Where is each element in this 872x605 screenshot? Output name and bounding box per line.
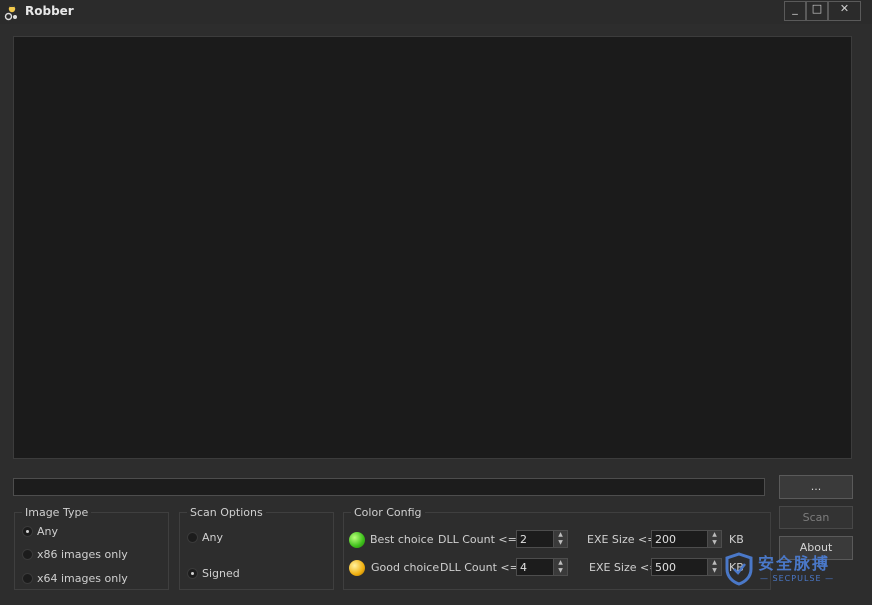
radio-label: x64 images only bbox=[37, 572, 128, 585]
up-arrow-icon[interactable]: ▲ bbox=[554, 531, 567, 539]
yellow-led-icon bbox=[349, 560, 365, 576]
good-choice-label: Good choice bbox=[371, 561, 440, 574]
exe-size-label: EXE Size <= bbox=[589, 561, 659, 574]
window-title: Robber bbox=[25, 4, 74, 18]
spinner-arrows[interactable]: ▲ ▼ bbox=[707, 531, 721, 547]
minimize-button[interactable]: _ bbox=[784, 1, 806, 21]
maximize-icon: □ bbox=[811, 2, 823, 15]
radio-scan-signed[interactable]: Signed bbox=[187, 567, 240, 580]
scan-button[interactable]: Scan bbox=[779, 506, 853, 529]
radio-label: Any bbox=[37, 525, 59, 538]
radio-image-x64[interactable]: x64 images only bbox=[22, 572, 128, 585]
radio-scan-any[interactable]: Any bbox=[187, 531, 223, 544]
image-type-title: Image Type bbox=[22, 506, 92, 519]
radio-label: Any bbox=[202, 531, 224, 544]
watermark-en-text: — SECPULSE — bbox=[760, 574, 835, 583]
radio-image-any[interactable]: Any bbox=[22, 525, 58, 538]
good-exe-size-spinner[interactable]: 500 ▲ ▼ bbox=[651, 558, 722, 576]
spinner-value: 200 bbox=[655, 533, 676, 546]
path-input[interactable] bbox=[13, 478, 765, 496]
maximize-button[interactable]: □ bbox=[806, 1, 828, 21]
spinner-arrows[interactable]: ▲ ▼ bbox=[553, 531, 567, 547]
best-exe-size-spinner[interactable]: 200 ▲ ▼ bbox=[651, 530, 722, 548]
dll-count-label: DLL Count <= bbox=[440, 561, 519, 574]
dll-count-label: DLL Count <= bbox=[438, 533, 517, 546]
radio-label: Signed bbox=[202, 567, 240, 580]
spinner-value: 2 bbox=[520, 533, 527, 546]
spinner-value: 4 bbox=[520, 561, 527, 574]
color-config-title: Color Config bbox=[351, 506, 425, 519]
down-arrow-icon[interactable]: ▼ bbox=[708, 539, 721, 547]
browse-button[interactable]: ... bbox=[779, 475, 853, 499]
radio-image-x86[interactable]: x86 images only bbox=[22, 548, 128, 561]
down-arrow-icon[interactable]: ▼ bbox=[708, 567, 721, 575]
scan-options-group: Scan Options Any Signed bbox=[179, 506, 334, 590]
shield-icon bbox=[725, 552, 753, 586]
exe-size-label: EXE Size <= bbox=[587, 533, 657, 546]
good-dll-count-spinner[interactable]: 4 ▲ ▼ bbox=[516, 558, 568, 576]
title-bar: Robber _ □ ✕ bbox=[0, 0, 872, 24]
image-type-group: Image Type Any x86 images only x64 image… bbox=[14, 506, 169, 590]
up-arrow-icon[interactable]: ▲ bbox=[708, 559, 721, 567]
radio-label: x86 images only bbox=[37, 548, 128, 561]
spinner-arrows[interactable]: ▲ ▼ bbox=[707, 559, 721, 575]
radio-dot-icon bbox=[22, 573, 33, 584]
up-arrow-icon[interactable]: ▲ bbox=[554, 559, 567, 567]
robber-app-icon bbox=[4, 5, 17, 21]
up-arrow-icon[interactable]: ▲ bbox=[708, 531, 721, 539]
watermark-cn-text: 安全脉搏 bbox=[758, 554, 831, 573]
spinner-value: 500 bbox=[655, 561, 676, 574]
radio-dot-icon bbox=[187, 568, 198, 579]
kb-unit-label: KB bbox=[729, 533, 744, 546]
radio-dot-icon bbox=[22, 549, 33, 560]
best-choice-label: Best choice bbox=[370, 533, 434, 546]
spinner-arrows[interactable]: ▲ ▼ bbox=[553, 559, 567, 575]
results-list[interactable] bbox=[13, 36, 852, 459]
minimize-icon: _ bbox=[792, 2, 798, 15]
best-dll-count-spinner[interactable]: 2 ▲ ▼ bbox=[516, 530, 568, 548]
secpulse-watermark: 安全脉搏 — SECPULSE — bbox=[722, 550, 860, 590]
green-led-icon bbox=[349, 532, 365, 548]
down-arrow-icon[interactable]: ▼ bbox=[554, 539, 567, 547]
down-arrow-icon[interactable]: ▼ bbox=[554, 567, 567, 575]
close-icon: ✕ bbox=[839, 2, 850, 15]
scan-options-title: Scan Options bbox=[187, 506, 266, 519]
radio-dot-icon bbox=[22, 526, 33, 537]
color-config-group: Color Config Best choice DLL Count <= 2 … bbox=[343, 506, 771, 590]
close-button[interactable]: ✕ bbox=[828, 1, 861, 21]
radio-dot-icon bbox=[187, 532, 198, 543]
